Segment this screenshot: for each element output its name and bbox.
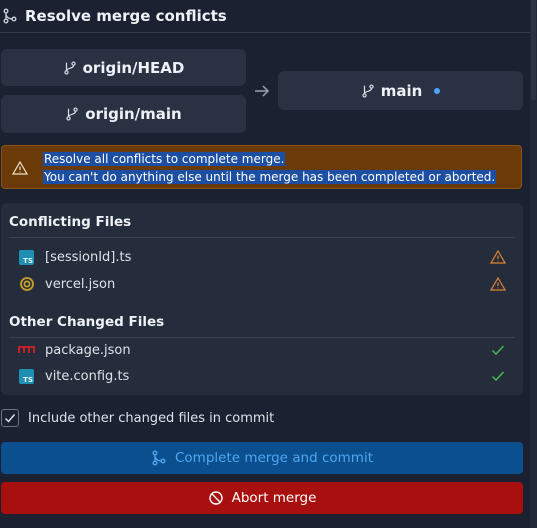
abort-merge-label: Abort merge: [231, 490, 317, 506]
merge-warning-banner: Resolve all conflicts to complete merge.…: [1, 145, 522, 189]
divider: [9, 337, 515, 338]
branch-label: origin/HEAD: [82, 58, 185, 77]
npm-icon: [18, 342, 35, 359]
complete-merge-label: Complete merge and commit: [174, 450, 373, 466]
file-name: vite.config.ts: [45, 368, 130, 384]
warning-line-1: Resolve all conflicts to complete merge.: [43, 152, 286, 166]
file-name: vercel.json: [45, 276, 116, 292]
branch-label: main: [380, 81, 423, 100]
git-merge-icon: [2, 8, 18, 24]
panel-header: Resolve merge conflicts: [0, 0, 530, 33]
scrollbar-thumb[interactable]: [531, 0, 536, 100]
changed-file-row[interactable]: package.json: [1, 339, 523, 361]
changed-files-panel: Conflicting Files TS [sessionId].ts verc…: [1, 203, 523, 395]
file-name: package.json: [45, 342, 131, 358]
warning-icon: [12, 160, 28, 175]
conflict-file-row[interactable]: vercel.json: [1, 273, 523, 295]
current-branch-dot: [434, 87, 441, 94]
arrow-right-icon: [255, 85, 270, 97]
divider: [9, 237, 515, 238]
json-icon: [18, 276, 35, 293]
branch-label: origin/main: [85, 105, 182, 123]
warning-icon: [490, 276, 506, 291]
git-branch-icon: [361, 83, 375, 98]
git-branch-icon: [65, 107, 79, 121]
conflicting-files-title: Conflicting Files: [9, 214, 132, 230]
typescript-icon: TS: [18, 249, 35, 266]
branch-origin-main: origin/main: [1, 95, 246, 133]
file-name: [sessionId].ts: [45, 249, 132, 265]
include-changed-files-label: Include other changed files in commit: [28, 410, 275, 426]
changed-file-row[interactable]: TS vite.config.ts: [1, 365, 523, 387]
cancel-icon: [208, 490, 224, 506]
checkmark-icon: [5, 414, 16, 423]
git-branch-icon: [63, 60, 77, 75]
include-changed-files-checkbox[interactable]: [1, 409, 19, 427]
checkmark-icon: [491, 345, 505, 356]
branch-main: main: [278, 71, 523, 110]
scrollbar[interactable]: [530, 0, 537, 528]
branch-origin-head: origin/HEAD: [1, 49, 246, 86]
include-changed-files-option[interactable]: Include other changed files in commit: [1, 408, 274, 428]
checkmark-icon: [491, 371, 505, 382]
warning-line-2: You can't do anything else until the mer…: [43, 170, 497, 184]
conflict-file-row[interactable]: TS [sessionId].ts: [1, 246, 523, 268]
warning-icon: [490, 249, 506, 264]
typescript-icon: TS: [18, 368, 35, 385]
git-merge-icon: [151, 450, 167, 466]
other-files-title: Other Changed Files: [9, 314, 165, 330]
page-title: Resolve merge conflicts: [25, 7, 227, 25]
complete-merge-button[interactable]: Complete merge and commit: [1, 442, 523, 474]
abort-merge-button[interactable]: Abort merge: [1, 482, 523, 514]
